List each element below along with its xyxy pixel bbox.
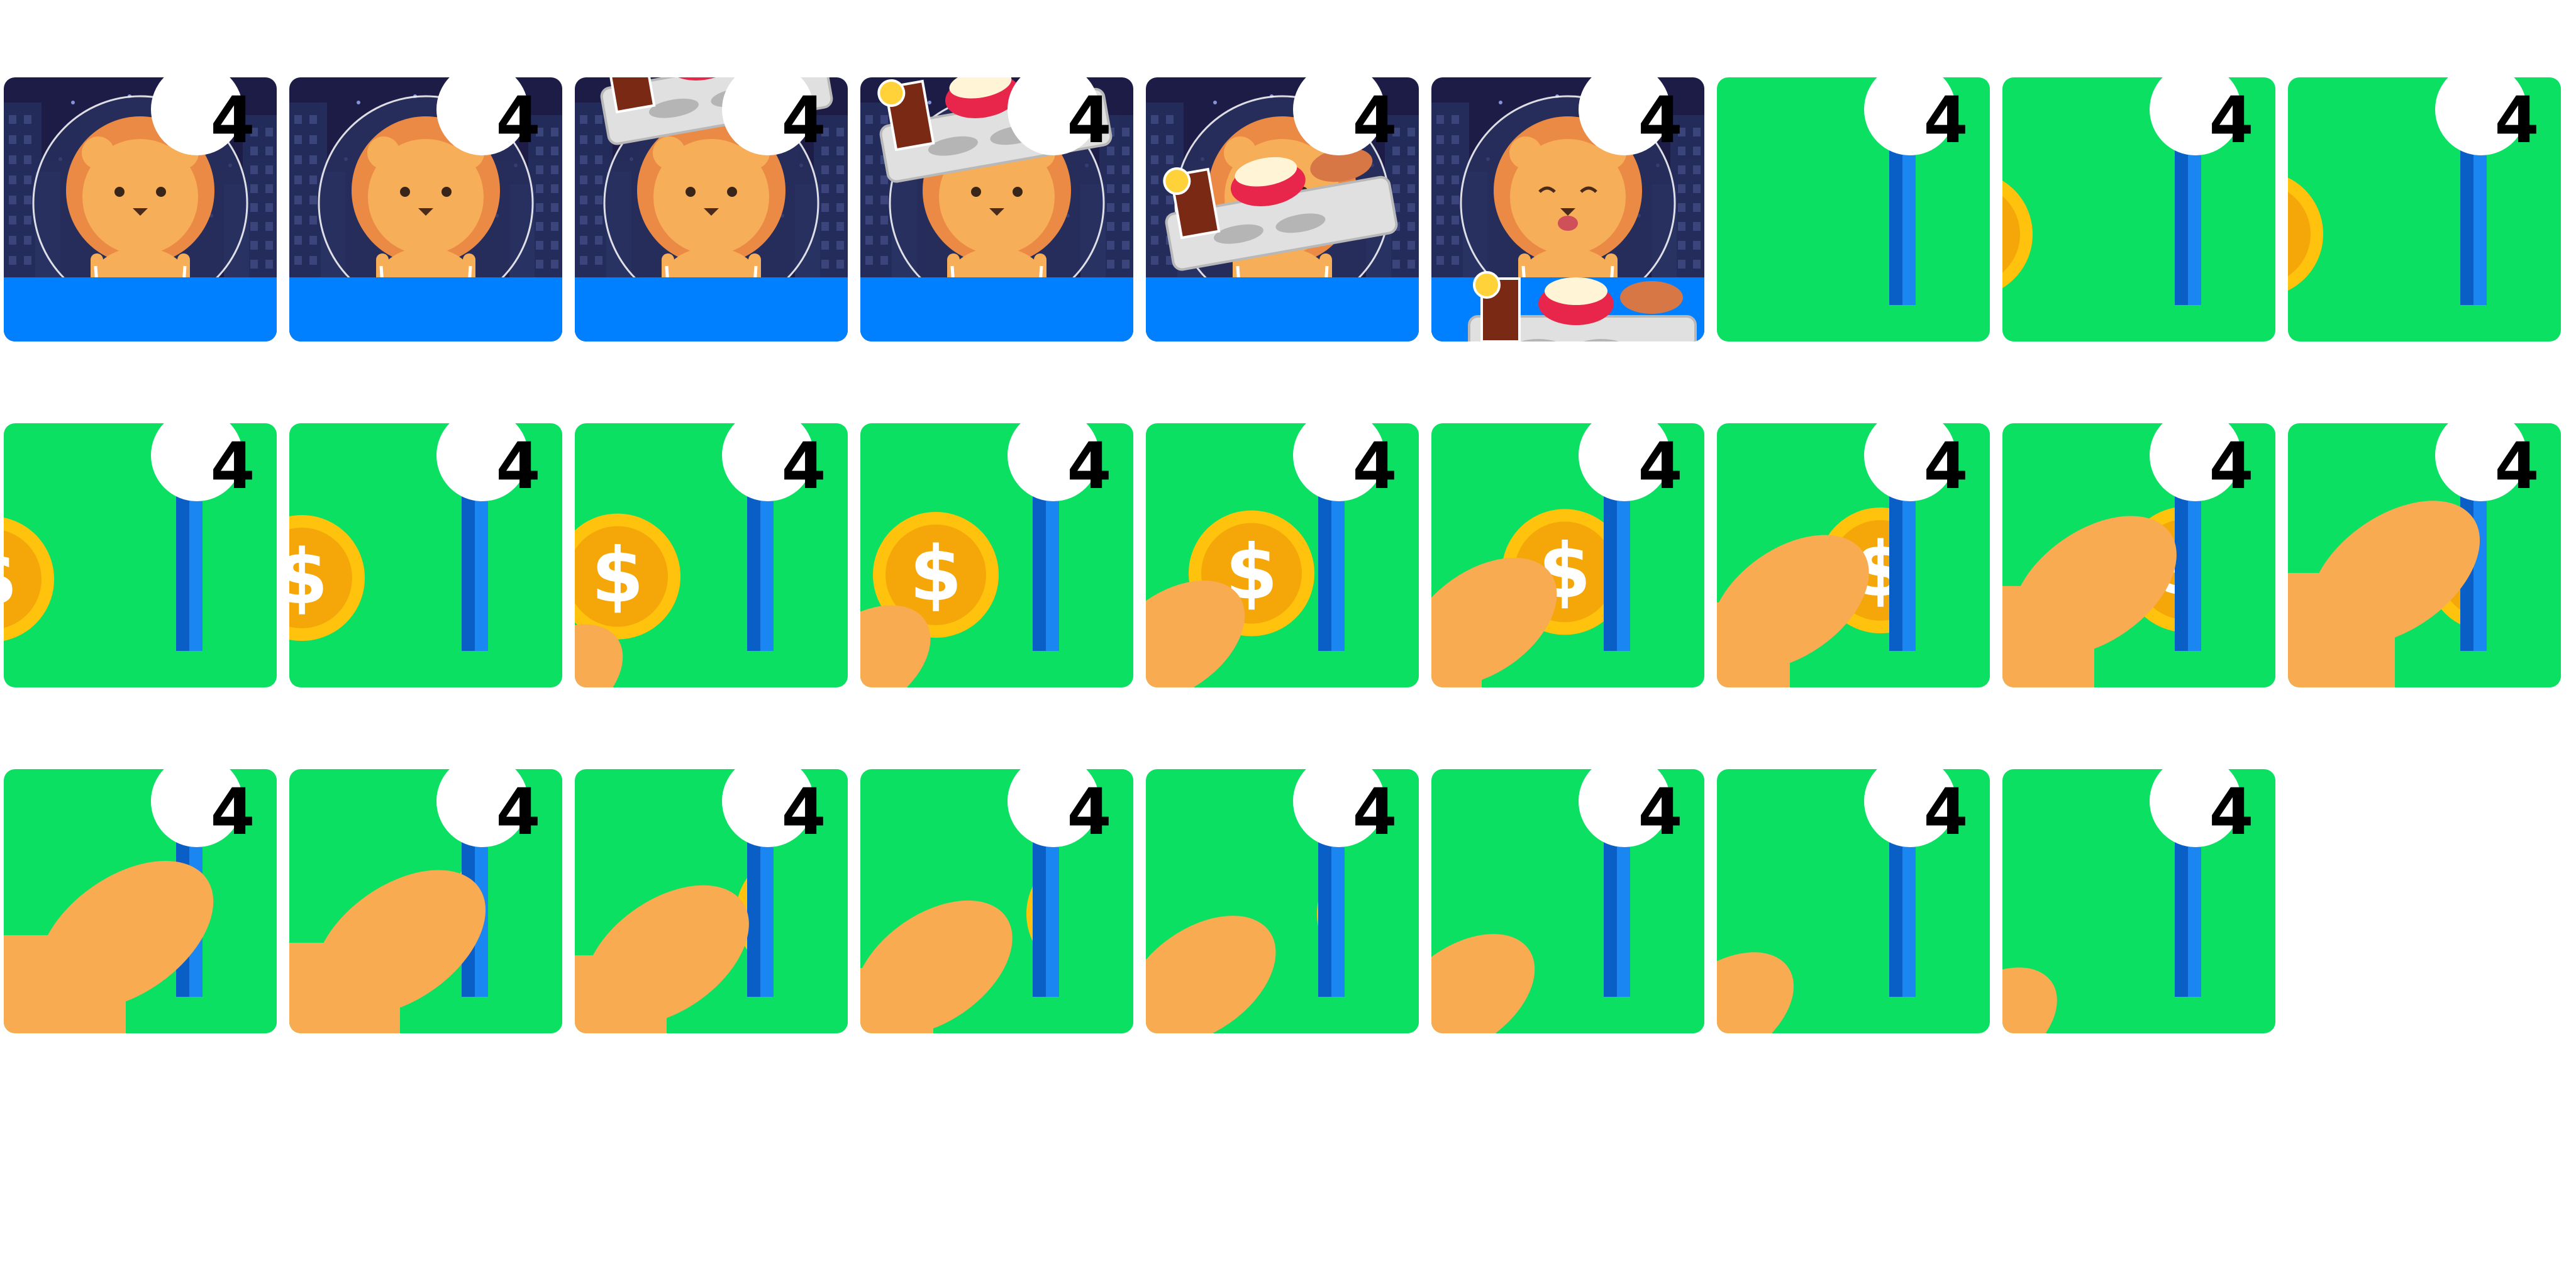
lion-eye-left	[114, 187, 125, 197]
sprite-frame: $4	[1146, 755, 1419, 1033]
star-0	[928, 101, 931, 104]
lion-eye-left	[686, 187, 696, 197]
lion-eye-right	[727, 187, 737, 197]
badge-number: 4	[781, 775, 826, 850]
lion-mouth	[1558, 216, 1578, 231]
sprite-frame: $4	[860, 409, 1133, 687]
sprite-frame: 4	[2002, 755, 2275, 1033]
sprite-frame: $4	[575, 755, 848, 1033]
sprite-frame: 4	[1146, 64, 1419, 341]
sprite-frame: $4	[289, 755, 562, 1033]
badge-number: 4	[2209, 775, 2254, 850]
badge-number: 4	[496, 429, 541, 504]
lion-eye-left	[971, 187, 981, 197]
sprite-frame: $4	[2002, 64, 2275, 341]
star-0	[1213, 101, 1217, 104]
sprite-frame: $4	[1146, 409, 1419, 687]
sprite-frame: $4	[4, 409, 277, 687]
table	[575, 277, 848, 341]
lion-eye-right	[156, 187, 166, 197]
badge-number: 4	[1352, 429, 1397, 504]
lion-eye-right	[441, 187, 452, 197]
badge-number: 4	[781, 429, 826, 504]
badge-number: 4	[210, 429, 255, 504]
badge-number: 4	[496, 775, 541, 850]
badge-number: 4	[1923, 83, 1968, 158]
badge-number: 4	[1923, 429, 1968, 504]
badge-number: 4	[1638, 83, 1683, 158]
badge-number: 4	[2494, 429, 2540, 504]
lion-ear-left	[1509, 136, 1542, 169]
rice	[1545, 277, 1607, 305]
lion-ear-left	[653, 136, 686, 169]
sprite-frame: $4	[2288, 409, 2561, 687]
sprite-frame: $4	[2002, 409, 2275, 687]
grilled-meat	[1620, 281, 1683, 314]
sprite-frame: $4	[2288, 64, 2561, 341]
lion-ear-left	[367, 136, 400, 169]
sprite-frame: 4	[575, 64, 848, 341]
dollar-sign: $	[591, 533, 644, 620]
food-tray	[1468, 271, 1697, 341]
sprite-frame: 4	[289, 64, 562, 341]
star-0	[71, 101, 75, 104]
badge-number: 4	[1067, 429, 1112, 504]
star-0	[357, 101, 360, 104]
badge-number: 4	[1923, 775, 1968, 850]
sprite-frame: 4	[1717, 64, 1990, 341]
sprite-frame: 4	[1431, 64, 1704, 341]
table	[289, 277, 562, 341]
badge-number: 4	[1352, 775, 1397, 850]
lion-eye-right	[1013, 187, 1023, 197]
lion-eye-left	[400, 187, 410, 197]
badge-number: 4	[1067, 775, 1112, 850]
dollar-sign: $	[289, 534, 328, 621]
star-0	[1499, 101, 1502, 104]
lion-ear-left	[82, 136, 114, 169]
sprite-sheet: 4444444$4$4$4$4$4$4$4$4$4$4$4$4$4$4$4$4$…	[0, 0, 2576, 1288]
badge-number: 4	[2209, 83, 2254, 158]
sprite-frame: $4	[289, 409, 562, 687]
sprite-frame: $4	[860, 755, 1133, 1033]
sprite-frame: 4	[860, 64, 1133, 341]
table	[860, 277, 1133, 341]
dollar-sign: $	[909, 531, 962, 618]
badge-number: 4	[1638, 775, 1683, 850]
badge-number: 4	[1352, 83, 1397, 158]
badge-number: 4	[2494, 83, 2540, 158]
badge-number: 4	[2209, 429, 2254, 504]
sprite-frame: $4	[1431, 409, 1704, 687]
sprite-frame: $4	[575, 409, 848, 687]
sprite-frame: $4	[1431, 755, 1704, 1033]
sprite-frame: $4	[1717, 409, 1990, 687]
sprite-frame: 4	[4, 64, 277, 341]
badge-number: 4	[496, 83, 541, 158]
sprite-frame: 4	[1717, 755, 1990, 1033]
dollar-sign: $	[4, 535, 18, 623]
table	[4, 277, 277, 341]
badge-number: 4	[781, 83, 826, 158]
lemon-icon	[1473, 271, 1501, 299]
badge-number: 4	[210, 83, 255, 158]
sprite-frame: $4	[4, 755, 277, 1033]
badge-number: 4	[1067, 83, 1112, 158]
badge-number: 4	[210, 775, 255, 850]
badge-number: 4	[1638, 429, 1683, 504]
table	[1146, 277, 1419, 341]
